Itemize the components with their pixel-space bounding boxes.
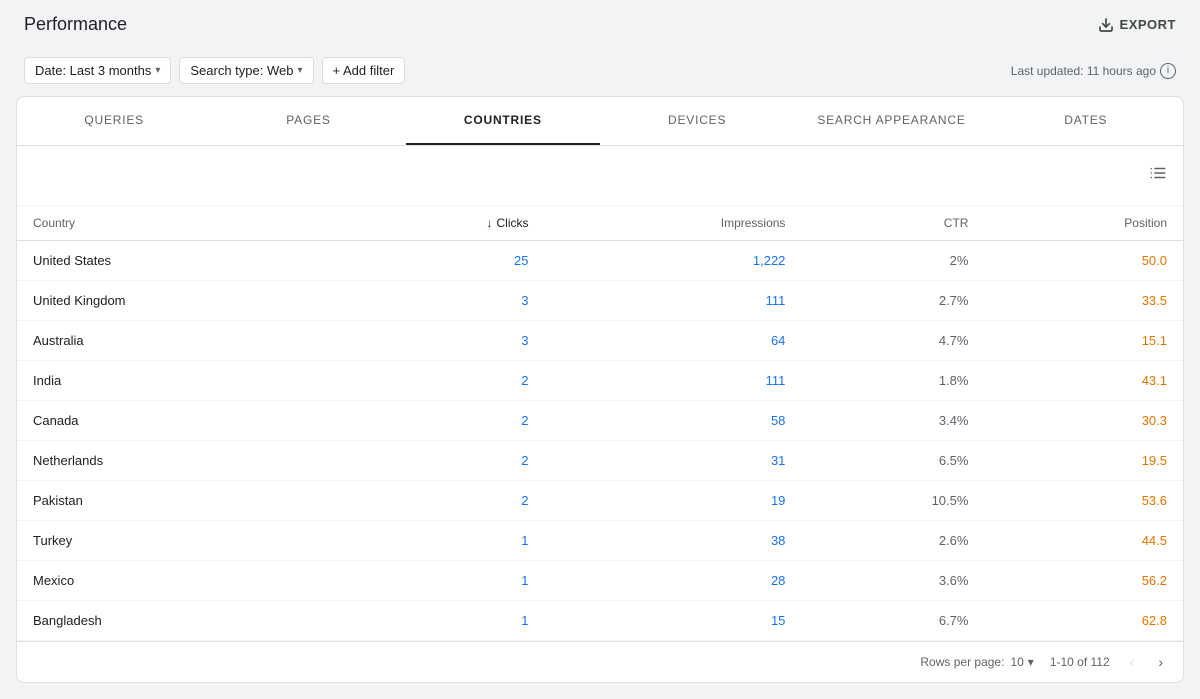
- cell-country: Australia: [17, 321, 348, 361]
- table-row[interactable]: India 2 111 1.8% 43.1: [17, 361, 1183, 401]
- cell-ctr: 4.7%: [801, 321, 984, 361]
- cell-clicks: 1: [348, 601, 545, 641]
- cell-clicks: 1: [348, 561, 545, 601]
- export-icon: [1098, 17, 1114, 33]
- cell-impressions: 38: [544, 521, 801, 561]
- table-row[interactable]: Mexico 1 28 3.6% 56.2: [17, 561, 1183, 601]
- tab-queries[interactable]: QUERIES: [17, 97, 211, 145]
- cell-clicks: 3: [348, 281, 545, 321]
- add-filter-button[interactable]: + Add filter: [322, 57, 406, 84]
- cell-clicks: 25: [348, 241, 545, 281]
- table-row[interactable]: Canada 2 58 3.4% 30.3: [17, 401, 1183, 441]
- export-label: EXPORT: [1120, 17, 1176, 32]
- next-page-button[interactable]: ›: [1154, 652, 1167, 672]
- cell-ctr: 2.7%: [801, 281, 984, 321]
- cell-impressions: 1,222: [544, 241, 801, 281]
- cell-ctr: 10.5%: [801, 481, 984, 521]
- data-table: Country ↓Clicks Impressions CTR Position…: [17, 206, 1183, 641]
- cell-country: United Kingdom: [17, 281, 348, 321]
- cell-impressions: 64: [544, 321, 801, 361]
- cell-ctr: 2.6%: [801, 521, 984, 561]
- col-ctr[interactable]: CTR: [801, 206, 984, 241]
- cell-position: 62.8: [984, 601, 1183, 641]
- table-row[interactable]: Australia 3 64 4.7% 15.1: [17, 321, 1183, 361]
- date-filter-label: Date: Last 3 months: [35, 63, 151, 78]
- export-button[interactable]: EXPORT: [1098, 17, 1176, 33]
- col-country: Country: [17, 206, 348, 241]
- table-row[interactable]: Netherlands 2 31 6.5% 19.5: [17, 441, 1183, 481]
- cell-impressions: 111: [544, 281, 801, 321]
- cell-clicks: 2: [348, 401, 545, 441]
- tab-countries[interactable]: COUNTRIES: [406, 97, 600, 145]
- search-type-filter-label: Search type: Web: [190, 63, 293, 78]
- cell-position: 43.1: [984, 361, 1183, 401]
- cell-country: India: [17, 361, 348, 401]
- tab-dates[interactable]: DATES: [989, 97, 1183, 145]
- date-filter-arrow: ▾: [155, 65, 160, 76]
- pagination: Rows per page: 10 ▾ 1-10 of 112 ‹ ›: [17, 641, 1183, 682]
- cell-position: 30.3: [984, 401, 1183, 441]
- cell-impressions: 31: [544, 441, 801, 481]
- chart-area: [17, 146, 1183, 206]
- cell-country: United States: [17, 241, 348, 281]
- column-filter-icon[interactable]: [1149, 164, 1167, 187]
- main-card: QUERIES PAGES COUNTRIES DEVICES SEARCH A…: [16, 96, 1184, 683]
- cell-clicks: 1: [348, 521, 545, 561]
- cell-clicks: 2: [348, 441, 545, 481]
- add-filter-label: + Add filter: [333, 63, 395, 78]
- tabs-container: QUERIES PAGES COUNTRIES DEVICES SEARCH A…: [17, 97, 1183, 146]
- table-row[interactable]: Turkey 1 38 2.6% 44.5: [17, 521, 1183, 561]
- col-impressions[interactable]: Impressions: [544, 206, 801, 241]
- cell-position: 44.5: [984, 521, 1183, 561]
- tab-pages[interactable]: PAGES: [211, 97, 405, 145]
- cell-position: 19.5: [984, 441, 1183, 481]
- cell-ctr: 6.7%: [801, 601, 984, 641]
- table-row[interactable]: United States 25 1,222 2% 50.0: [17, 241, 1183, 281]
- cell-position: 50.0: [984, 241, 1183, 281]
- cell-position: 33.5: [984, 281, 1183, 321]
- cell-ctr: 6.5%: [801, 441, 984, 481]
- cell-impressions: 58: [544, 401, 801, 441]
- cell-position: 53.6: [984, 481, 1183, 521]
- cell-impressions: 111: [544, 361, 801, 401]
- cell-position: 15.1: [984, 321, 1183, 361]
- cell-clicks: 2: [348, 481, 545, 521]
- cell-ctr: 3.6%: [801, 561, 984, 601]
- cell-country: Turkey: [17, 521, 348, 561]
- table-row[interactable]: United Kingdom 3 111 2.7% 33.5: [17, 281, 1183, 321]
- cell-impressions: 19: [544, 481, 801, 521]
- cell-impressions: 15: [544, 601, 801, 641]
- prev-page-button[interactable]: ‹: [1126, 652, 1139, 672]
- pagination-info: 1-10 of 112: [1050, 655, 1110, 669]
- cell-clicks: 2: [348, 361, 545, 401]
- cell-ctr: 1.8%: [801, 361, 984, 401]
- table-row[interactable]: Bangladesh 1 15 6.7% 62.8: [17, 601, 1183, 641]
- cell-ctr: 3.4%: [801, 401, 984, 441]
- cell-country: Netherlands: [17, 441, 348, 481]
- cell-position: 56.2: [984, 561, 1183, 601]
- cell-country: Canada: [17, 401, 348, 441]
- cell-ctr: 2%: [801, 241, 984, 281]
- search-type-filter-chip[interactable]: Search type: Web ▾: [179, 57, 313, 84]
- table-row[interactable]: Pakistan 2 19 10.5% 53.6: [17, 481, 1183, 521]
- cell-country: Pakistan: [17, 481, 348, 521]
- info-icon[interactable]: i: [1160, 63, 1176, 79]
- search-type-arrow: ▾: [297, 65, 302, 76]
- date-filter-chip[interactable]: Date: Last 3 months ▾: [24, 57, 171, 84]
- tab-devices[interactable]: DEVICES: [600, 97, 794, 145]
- cell-country: Mexico: [17, 561, 348, 601]
- cell-clicks: 3: [348, 321, 545, 361]
- cell-country: Bangladesh: [17, 601, 348, 641]
- rows-per-page-select[interactable]: 10 ▾: [1010, 655, 1033, 669]
- col-clicks[interactable]: ↓Clicks: [348, 206, 545, 241]
- sort-arrow-icon: ↓: [486, 216, 492, 230]
- cell-impressions: 28: [544, 561, 801, 601]
- last-updated: Last updated: 11 hours ago i: [1011, 63, 1176, 79]
- rows-per-page-label: Rows per page: 10 ▾: [920, 655, 1033, 669]
- page-title: Performance: [24, 14, 127, 35]
- tab-search-appearance[interactable]: SEARCH APPEARANCE: [794, 97, 988, 145]
- col-position[interactable]: Position: [984, 206, 1183, 241]
